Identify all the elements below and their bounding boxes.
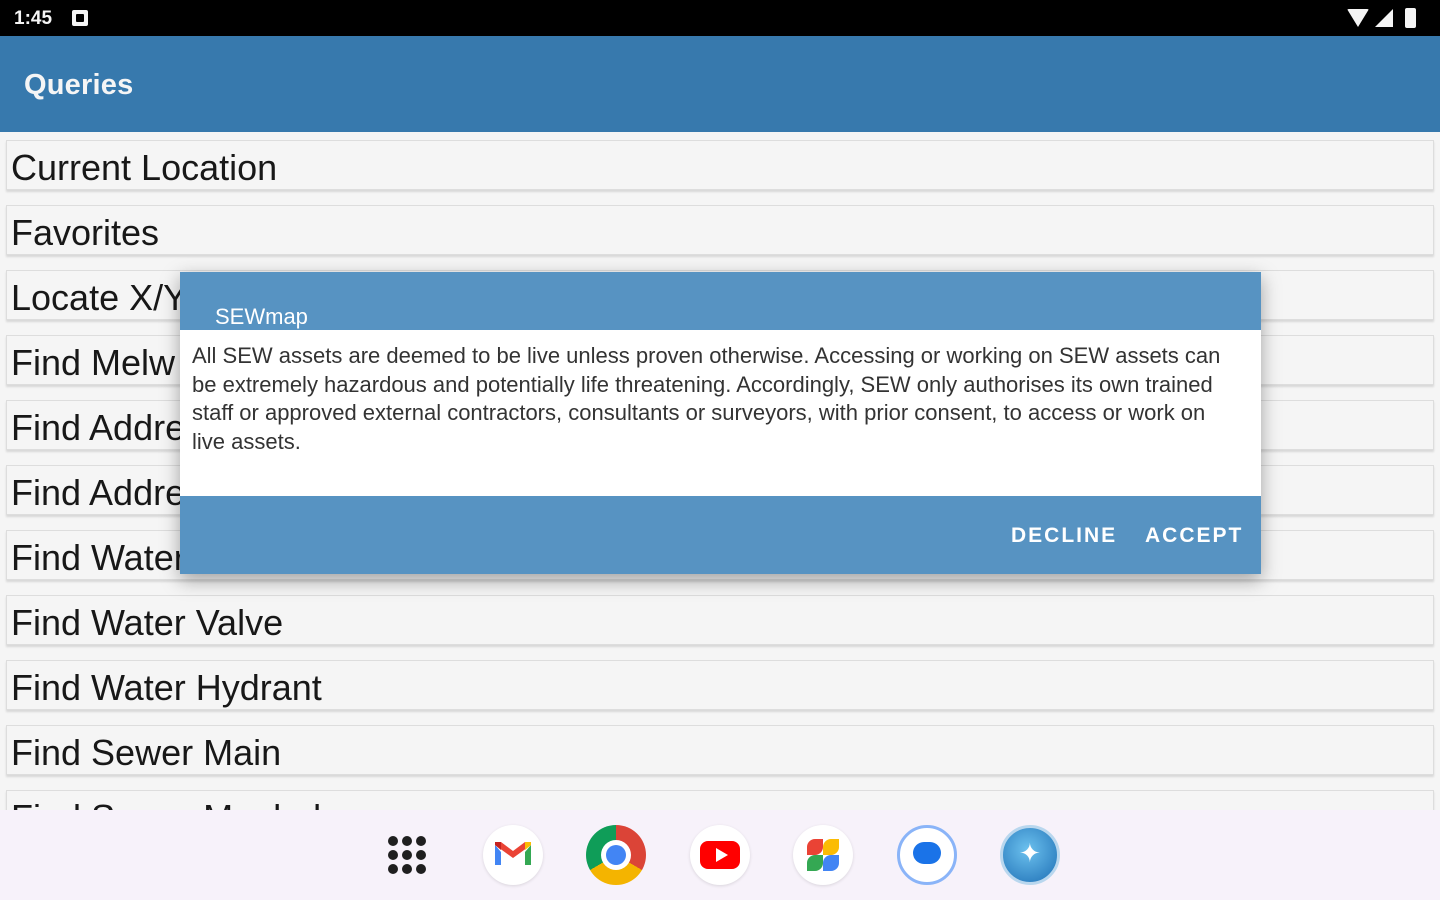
disclaimer-dialog: SEWmap All SEW assets are deemed to be l… [180,272,1261,574]
gmail-icon[interactable] [483,825,543,885]
dialog-header: SEWmap [180,272,1261,330]
sewmap-icon[interactable] [1000,825,1060,885]
dialog-footer: DECLINE ACCEPT [180,496,1261,574]
taskbar [0,810,1440,900]
accept-button[interactable]: ACCEPT [1145,524,1243,548]
decline-button[interactable]: DECLINE [1011,524,1117,548]
dialog-title: SEWmap [215,304,308,329]
youtube-icon[interactable] [690,825,750,885]
messages-icon[interactable] [897,825,957,885]
dialog-message: All SEW assets are deemed to be live unl… [192,343,1221,454]
apps-grid-icon[interactable] [388,836,426,874]
chrome-icon[interactable] [586,825,646,885]
photos-icon[interactable] [793,825,853,885]
